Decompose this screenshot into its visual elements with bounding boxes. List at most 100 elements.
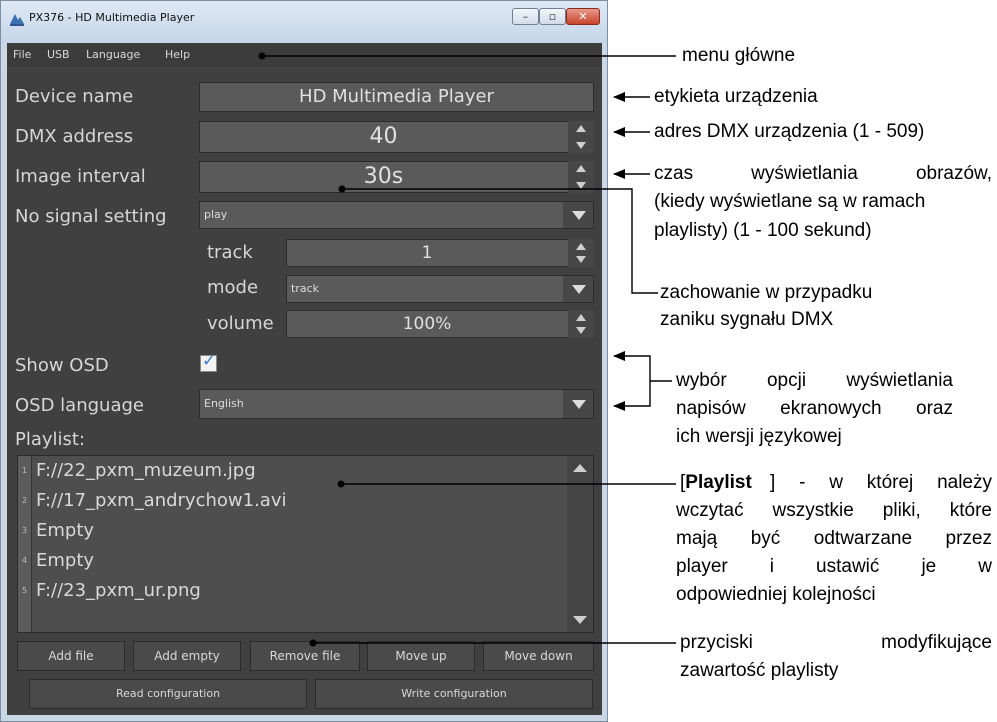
arrow-up-icon[interactable] (576, 125, 586, 132)
annotation-device-label: etykieta urządzenia (654, 86, 818, 107)
arrow-down-icon[interactable] (576, 142, 586, 149)
list-item[interactable]: 2 F://17_pxm_andrychow1.avi (18, 486, 566, 516)
annotation-playlist-line4: player i ustawić je w (676, 556, 992, 577)
dropdown-arrow[interactable] (563, 390, 593, 418)
track-spinbox[interactable]: 1 (286, 239, 594, 267)
list-item[interactable]: 4 Empty (18, 546, 566, 576)
dmx-address-stepper[interactable] (568, 121, 594, 153)
row-number: 3 (18, 516, 32, 546)
maximize-icon: ▫ (548, 10, 557, 23)
osd-language-label: OSD language (15, 395, 144, 416)
row-text: F://22_pxm_muzeum.jpg (36, 460, 256, 481)
row-number: 4 (18, 546, 32, 576)
row-text: Empty (36, 520, 95, 541)
image-interval-spinbox[interactable]: 30s (199, 161, 594, 193)
add-empty-button[interactable]: Add empty (133, 641, 241, 671)
list-item[interactable] (18, 606, 566, 632)
show-osd-checkbox[interactable]: ✓ (200, 351, 217, 372)
list-item[interactable]: 5 F://23_pxm_ur.png (18, 576, 566, 606)
chevron-down-icon (572, 285, 586, 294)
dropdown-arrow[interactable] (563, 276, 593, 302)
osd-language-dropdown[interactable]: English (199, 389, 594, 419)
row-text: F://23_pxm_ur.png (36, 580, 201, 601)
mode-label: mode (207, 277, 259, 298)
row-number: 2 (18, 486, 32, 516)
playlist[interactable]: 1 F://22_pxm_muzeum.jpg 2 F://17_pxm_and… (17, 455, 594, 633)
annotation-no-signal-line1: zachowanie w przypadku (660, 282, 873, 303)
dropdown-arrow[interactable] (563, 202, 593, 228)
annotation-interval-line3: playlisty) (1 - 100 sekund) (654, 220, 872, 241)
check-icon: ✓ (202, 351, 217, 371)
volume-spinbox[interactable]: 100% (286, 310, 594, 338)
list-item[interactable]: 3 Empty (18, 516, 566, 546)
close-icon: ✕ (578, 10, 588, 23)
title-bar[interactable]: PX376 - HD Multimedia Player – ▫ ✕ (1, 1, 607, 43)
scroll-down-icon[interactable] (573, 616, 587, 624)
annotation-menu: menu główne (682, 45, 796, 66)
track-label: track (207, 242, 253, 263)
scroll-up-icon[interactable] (573, 464, 587, 472)
dmx-address-value: 40 (369, 124, 398, 149)
annotation-interval-line1: czas wyświetlania obrazów, (654, 163, 992, 184)
annotation-playlist-line1: [Playlist] - w której należy (680, 471, 992, 495)
remove-file-button[interactable]: Remove file (250, 641, 360, 671)
mode-value: track (291, 282, 319, 295)
arrow-up-icon[interactable] (576, 243, 586, 250)
row-number: 1 (18, 456, 32, 486)
annotation-osd-line3: ich wersji językowej (676, 426, 842, 447)
show-osd-label: Show OSD (15, 355, 109, 376)
maximize-button[interactable]: ▫ (539, 8, 566, 25)
arrow-up-icon[interactable] (576, 314, 586, 321)
no-signal-dropdown[interactable]: play (199, 201, 594, 229)
volume-label: volume (207, 313, 274, 334)
volume-stepper[interactable] (568, 310, 594, 338)
add-file-button[interactable]: Add file (17, 641, 125, 671)
image-interval-label: Image interval (15, 166, 146, 187)
list-item[interactable]: 1 F://22_pxm_muzeum.jpg (18, 456, 566, 486)
track-stepper[interactable] (568, 239, 594, 267)
window-title: PX376 - HD Multimedia Player (29, 11, 195, 24)
annotation-playlist-rest: ] - w której należy (770, 472, 992, 493)
close-button[interactable]: ✕ (566, 8, 600, 25)
osd-language-value: English (204, 397, 244, 410)
minimize-icon: – (522, 10, 529, 23)
dmx-address-spinbox[interactable]: 40 (199, 121, 594, 153)
move-down-button[interactable]: Move down (483, 641, 594, 671)
arrow-down-icon[interactable] (576, 256, 586, 263)
device-name-label: Device name (15, 86, 134, 107)
annotation-no-signal-line2: zaniku sygnału DMX (660, 309, 834, 330)
arrow-down-icon[interactable] (576, 182, 586, 189)
annotation-buttons-line2: zawartość playlisty (680, 660, 839, 681)
annotation-playlist-line5: odpowiedniej kolejności (676, 584, 876, 605)
menu-usb[interactable]: USB (47, 48, 70, 61)
annotation-playlist-line2: wczytać wszystkie pliki, które (676, 500, 992, 521)
move-up-button[interactable]: Move up (367, 641, 475, 671)
image-interval-value: 30s (363, 164, 404, 189)
annotation-playlist-bold: Playlist (685, 472, 752, 493)
mode-dropdown[interactable]: track (286, 275, 594, 303)
annotation-osd-line2: napisów ekranowych oraz (676, 398, 953, 419)
minimize-button[interactable]: – (512, 8, 539, 25)
annotation-playlist-line3: mają być odtwarzane przez (676, 528, 992, 549)
no-signal-label: No signal setting (15, 206, 167, 227)
chevron-down-icon (572, 211, 586, 220)
read-configuration-button[interactable]: Read configuration (29, 679, 307, 709)
menu-help[interactable]: Help (165, 48, 190, 61)
menu-bar: File USB Language Help (7, 43, 602, 67)
dmx-address-label: DMX address (15, 126, 134, 147)
menu-file[interactable]: File (13, 48, 31, 61)
arrow-up-icon[interactable] (576, 165, 586, 172)
playlist-label: Playlist: (15, 429, 86, 450)
chevron-down-icon (572, 400, 586, 409)
row-number: 5 (18, 576, 32, 606)
device-name-field[interactable]: HD Multimedia Player (199, 82, 594, 112)
mixer-icon (10, 14, 24, 26)
no-signal-value: play (204, 208, 228, 221)
menu-language[interactable]: Language (86, 48, 140, 61)
arrow-down-icon[interactable] (576, 327, 586, 334)
row-text: Empty (36, 550, 95, 571)
playlist-scrollbar[interactable] (567, 456, 593, 632)
write-configuration-button[interactable]: Write configuration (315, 679, 593, 709)
app-window: PX376 - HD Multimedia Player – ▫ ✕ File … (0, 0, 608, 722)
image-interval-stepper[interactable] (568, 161, 594, 193)
